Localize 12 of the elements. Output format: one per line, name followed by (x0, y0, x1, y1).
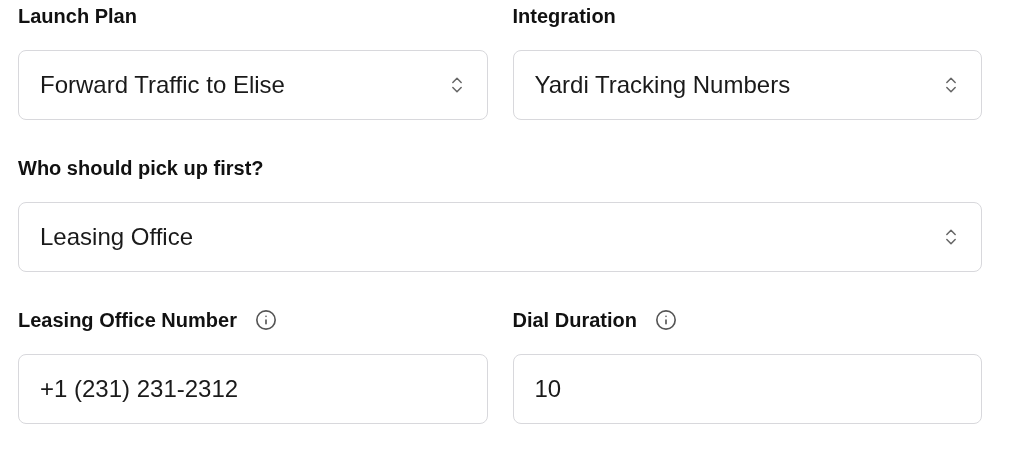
input-field[interactable]: 10 (512, 354, 982, 424)
field-label: Leasing Office Number (18, 308, 237, 332)
field-label: Integration (512, 4, 616, 28)
info-icon[interactable] (654, 309, 677, 331)
select-field[interactable]: Leasing Office (18, 202, 982, 272)
field-label: Who should pick up first? (18, 156, 264, 180)
input-field[interactable]: +1 (231) 231-2312 (18, 354, 488, 424)
field-label: Launch Plan (18, 4, 137, 28)
info-icon[interactable] (254, 309, 277, 331)
select-field[interactable]: Yardi Tracking Numbers (512, 50, 982, 120)
select-field[interactable]: Forward Traffic to Elise (18, 50, 488, 120)
field-label: Dial Duration (512, 308, 637, 332)
